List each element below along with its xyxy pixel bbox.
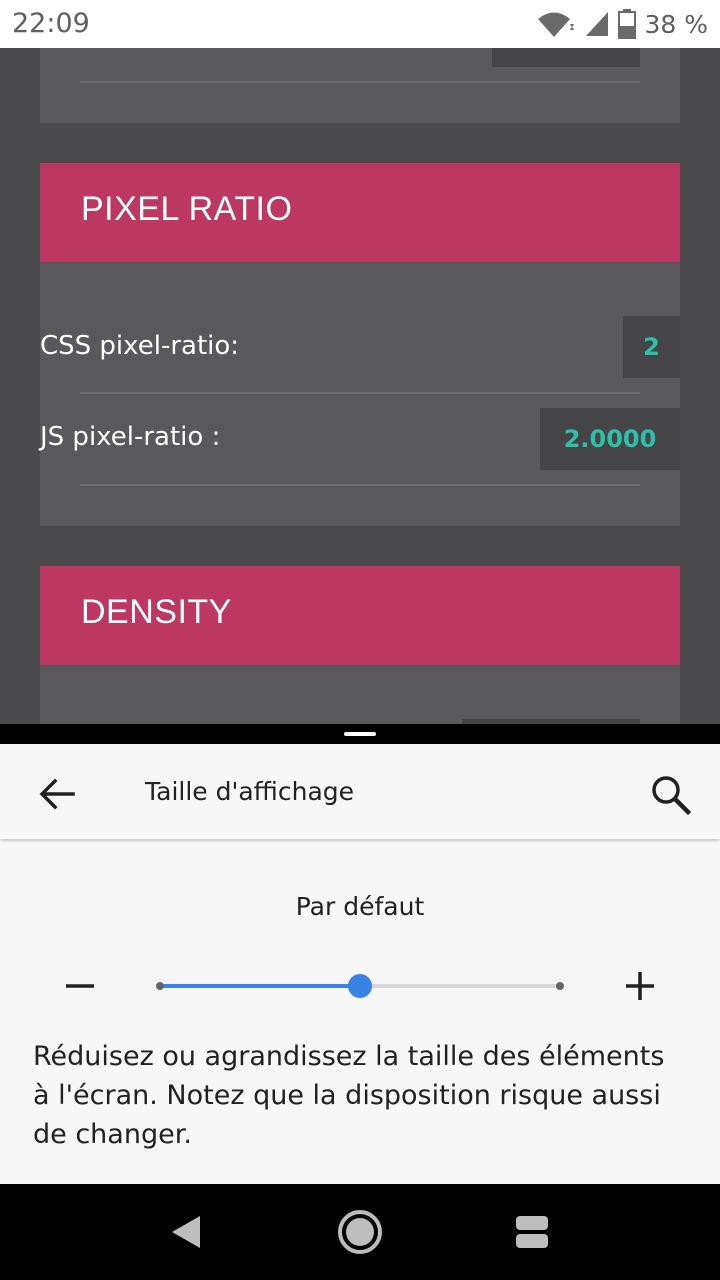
battery-icon (618, 9, 637, 39)
slider-fill (160, 984, 360, 988)
row-divider (80, 81, 640, 83)
web-page-view[interactable]: PIXEL RATIO CSS pixel-ratio: 2 JS pixel-… (0, 48, 720, 724)
pixel-ratio-card (40, 262, 680, 526)
section-title: DENSITY (81, 593, 232, 631)
css-pixel-ratio-label: CSS pixel-ratio: (40, 331, 240, 361)
navigation-bar (0, 1184, 720, 1280)
home-circle-icon[interactable] (332, 1204, 388, 1260)
slider-thumb[interactable] (348, 974, 372, 998)
pixel-ratio-header: PIXEL RATIO (40, 163, 680, 262)
split-screen-divider[interactable] (0, 724, 720, 744)
row-divider (80, 484, 640, 486)
app-bar: Taille d'affichage (0, 744, 720, 839)
battery-percent: 38 % (644, 9, 708, 39)
status-icons: 38 % (536, 8, 708, 40)
density-card (40, 665, 680, 724)
wifi-icon (538, 12, 575, 37)
previous-value-box (492, 48, 640, 67)
cell-signal-icon (586, 12, 609, 36)
back-triangle-icon[interactable] (158, 1204, 214, 1260)
section-title: PIXEL RATIO (81, 190, 293, 228)
js-pixel-ratio-value: 2.0000 (540, 408, 680, 470)
row-divider (80, 392, 640, 394)
search-icon[interactable] (646, 770, 694, 818)
decrease-size-button[interactable] (60, 966, 100, 1006)
page-title: Taille d'affichage (145, 777, 355, 806)
css-pixel-ratio-value: 2 (623, 316, 680, 378)
slider-tick (156, 982, 164, 990)
display-size-settings: Taille d'affichage Par défaut Réduisez o… (0, 744, 720, 1184)
display-size-slider[interactable] (156, 970, 564, 1002)
increase-size-button[interactable] (620, 966, 660, 1006)
status-bar: 22:09 38 % (0, 0, 720, 48)
previous-card (40, 48, 680, 123)
js-pixel-ratio-label: JS pixel-ratio : (40, 422, 221, 452)
size-preview-label: Par défaut (295, 892, 425, 921)
back-arrow-icon[interactable] (33, 770, 81, 818)
divider-handle[interactable] (344, 732, 376, 736)
recents-icon[interactable] (504, 1204, 560, 1260)
slider-tick (556, 982, 564, 990)
size-description: Réduisez ou agrandissez la taille des él… (33, 1041, 665, 1150)
status-time: 22:09 (12, 8, 90, 39)
density-header: DENSITY (40, 566, 680, 665)
